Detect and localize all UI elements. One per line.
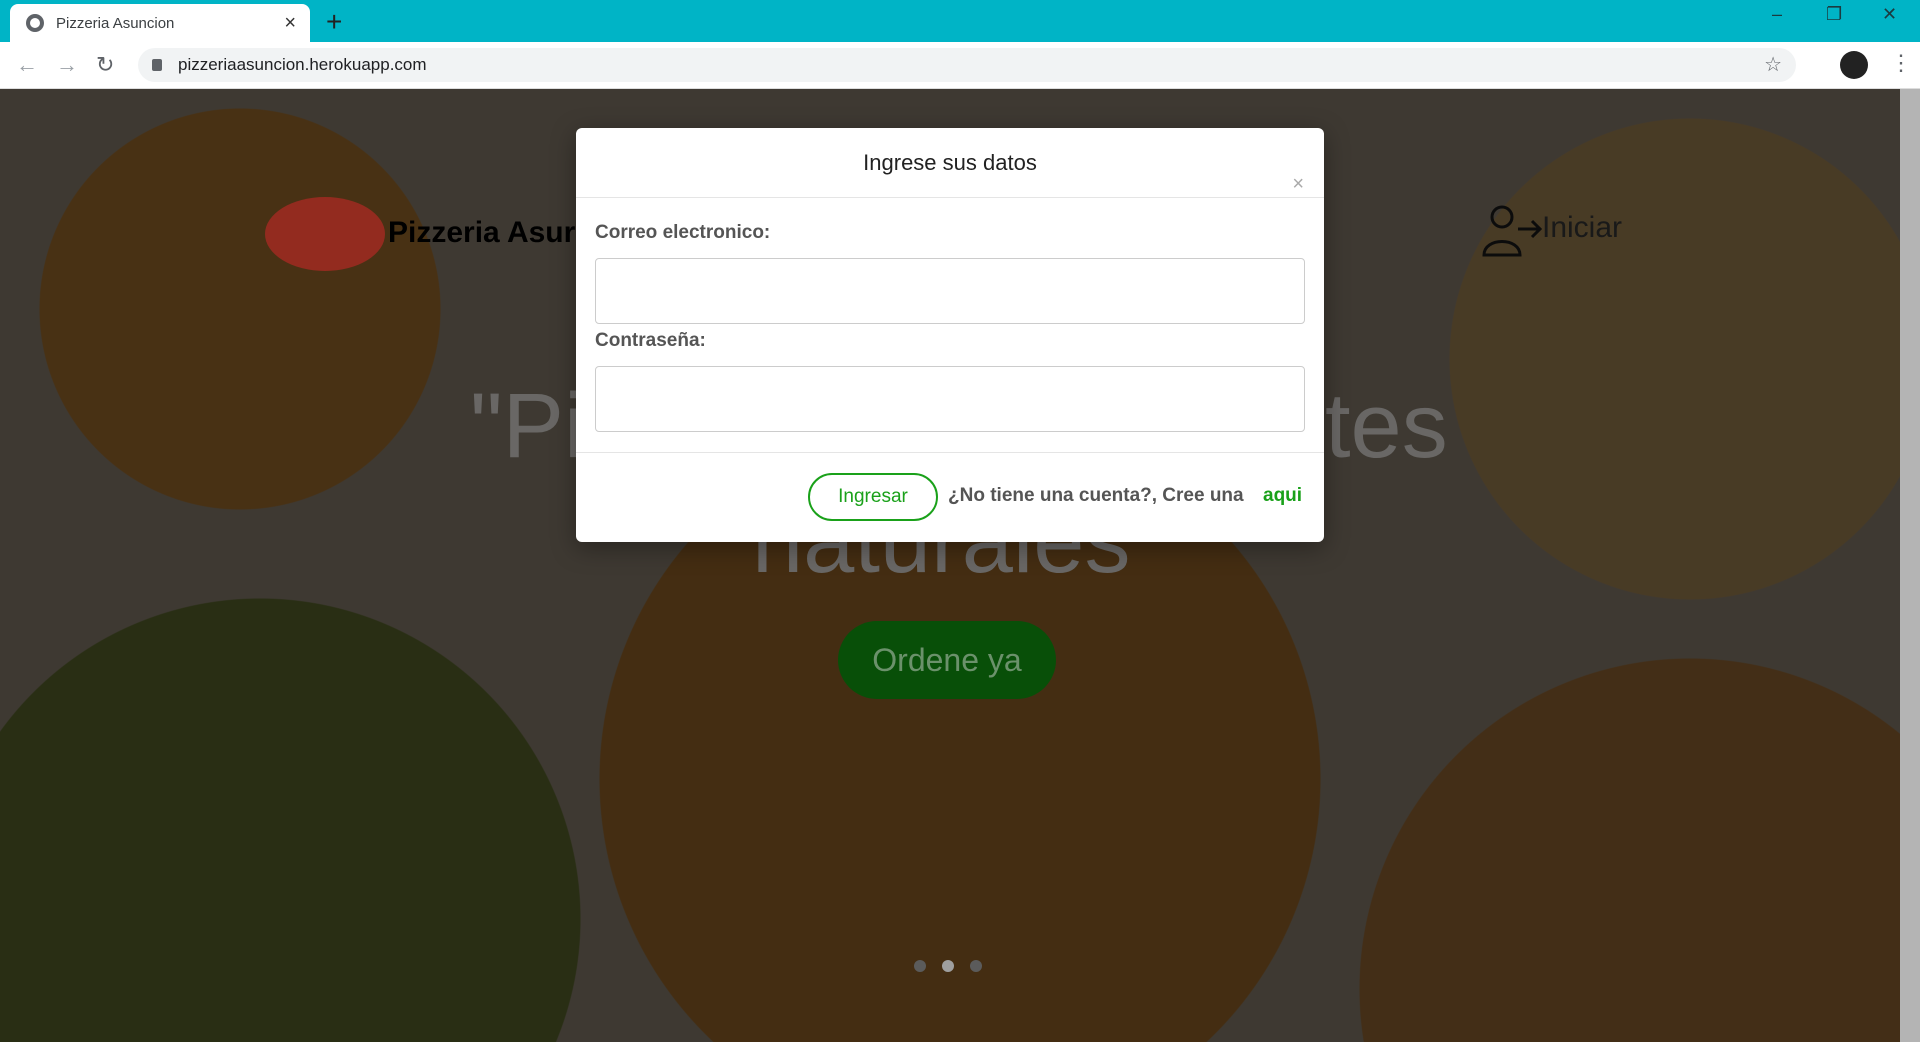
lock-icon	[152, 59, 162, 71]
back-icon[interactable]: ←	[16, 52, 38, 78]
email-label: Correo electronico:	[595, 222, 771, 243]
password-label: Contraseña:	[595, 330, 706, 351]
star-icon[interactable]: ☆	[1764, 52, 1782, 77]
address-bar[interactable]: pizzeriaasuncion.herokuapp.com ☆	[138, 48, 1796, 82]
modal-header: Ingrese sus datos ×	[576, 128, 1324, 198]
register-link[interactable]: aqui	[1263, 485, 1302, 507]
modal-title: Ingrese sus datos	[863, 150, 1037, 175]
globe-icon	[26, 14, 44, 32]
profile-avatar[interactable]	[1840, 51, 1868, 79]
minimize-icon[interactable]: –	[1772, 4, 1782, 25]
close-tab-icon[interactable]: ×	[284, 12, 296, 35]
login-submit-button[interactable]: Ingresar	[808, 473, 938, 521]
email-field[interactable]	[595, 258, 1305, 324]
restore-icon[interactable]: ❐	[1826, 4, 1842, 25]
browser-tabbar: Pizzeria Asuncion × + – ❐ ✕	[0, 0, 1920, 42]
login-modal: Ingrese sus datos × Correo electronico: …	[576, 128, 1324, 542]
register-prompt: ¿No tiene una cuenta?, Cree una	[948, 485, 1244, 506]
reload-icon[interactable]: ↻	[96, 52, 114, 78]
tab-title: Pizzeria Asuncion	[56, 14, 175, 32]
modal-close-icon[interactable]: ×	[1292, 173, 1304, 196]
new-tab-icon[interactable]: +	[326, 6, 342, 38]
window-close-icon[interactable]: ✕	[1882, 4, 1897, 25]
forward-icon[interactable]: →	[56, 52, 78, 78]
password-field[interactable]	[595, 366, 1305, 432]
browser-toolbar: ← → ↻ pizzeriaasuncion.herokuapp.com ☆	[0, 42, 1920, 89]
kebab-menu-icon[interactable]: ⋮	[1890, 50, 1912, 76]
modal-footer: Ingresar ¿No tiene una cuenta?, Cree una…	[576, 452, 1324, 543]
browser-tab[interactable]: Pizzeria Asuncion ×	[10, 4, 310, 42]
url-text[interactable]: pizzeriaasuncion.herokuapp.com	[178, 55, 427, 75]
